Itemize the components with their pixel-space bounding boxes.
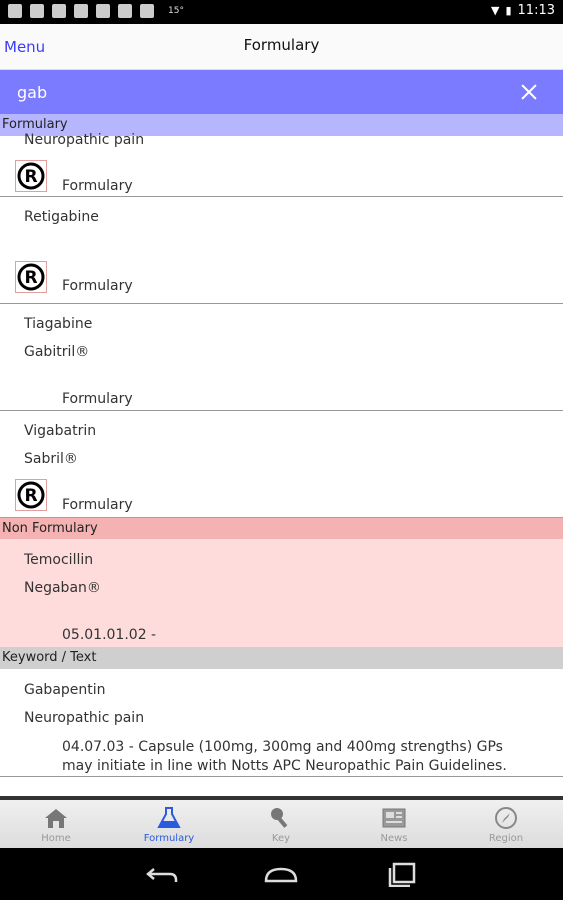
nav-region-label: Region xyxy=(488,833,524,844)
flask-icon xyxy=(157,807,181,828)
nav-formulary[interactable]: Formulary xyxy=(119,800,219,848)
news-icon xyxy=(382,808,406,828)
item-name: Tiagabine xyxy=(24,316,93,332)
battery-icon: ▮ xyxy=(505,4,512,17)
nav-region[interactable]: Region xyxy=(456,800,556,848)
results-list[interactable]: Formulary Neuropathic pain R Formulary R… xyxy=(0,114,563,796)
temperature: 15° xyxy=(168,6,184,16)
item-status: Formulary xyxy=(62,391,133,407)
download-icon xyxy=(140,4,154,18)
clear-search-button[interactable] xyxy=(517,80,541,104)
list-item[interactable]: Neuropathic pain R Formulary xyxy=(0,132,563,197)
nav-home[interactable]: Home xyxy=(6,800,106,848)
item-brand: Neuropathic pain xyxy=(24,710,145,726)
restricted-icon: R xyxy=(15,479,47,511)
nav-news[interactable]: News xyxy=(344,800,444,848)
system-navigation-bar xyxy=(0,848,563,900)
item-brand: Gabitril® xyxy=(24,344,90,360)
svg-text:R: R xyxy=(24,268,37,288)
download-icon xyxy=(118,4,132,18)
item-brand: Sabril® xyxy=(24,451,78,467)
item-note: 04.07.03 - Capsule (100mg, 300mg and 400… xyxy=(62,739,507,774)
wifi-icon: ▼ xyxy=(491,4,500,17)
home-icon xyxy=(45,809,67,828)
list-item[interactable]: Retigabine R Formulary xyxy=(0,197,563,304)
item-indication: Neuropathic pain xyxy=(24,132,145,148)
back-icon[interactable] xyxy=(144,861,180,887)
action-bar: Menu Formulary xyxy=(0,24,563,70)
item-status: Formulary xyxy=(62,497,133,513)
item-name: Temocillin xyxy=(24,552,94,568)
list-item[interactable]: Gabapentin Neuropathic pain 04.07.03 - C… xyxy=(0,669,563,777)
mail-icon xyxy=(74,4,88,18)
facebook-icon xyxy=(96,4,110,18)
list-item[interactable]: Tiagabine Gabitril® Formulary xyxy=(0,304,563,411)
item-status: Formulary xyxy=(62,178,133,194)
item-status: 05.01.01.02 - xyxy=(62,627,157,643)
search-bar xyxy=(0,70,563,114)
nav-news-label: News xyxy=(380,833,408,844)
nav-key[interactable]: Key xyxy=(231,800,331,848)
svg-text:R: R xyxy=(24,486,37,506)
nav-home-label: Home xyxy=(41,833,71,844)
home-button-icon[interactable] xyxy=(263,861,299,887)
restricted-icon: R xyxy=(15,160,47,192)
status-bar: 15° ▼ ▮ 11:13 xyxy=(0,0,563,24)
search-input[interactable] xyxy=(17,80,497,104)
item-brand: Negaban® xyxy=(24,580,101,596)
list-item[interactable]: Vigabatrin Sabril® R Formulary xyxy=(0,411,563,517)
section-header-non-formulary: Non Formulary xyxy=(0,517,563,539)
item-name: Retigabine xyxy=(24,209,99,225)
key-icon xyxy=(271,808,288,828)
nav-formulary-label: Formulary xyxy=(143,833,195,844)
compass-icon xyxy=(495,807,517,829)
bottom-nav: Home Formulary Key News Region xyxy=(0,796,563,848)
recents-icon[interactable] xyxy=(384,861,420,887)
restricted-icon: R xyxy=(15,261,47,293)
item-status: Formulary xyxy=(62,278,133,294)
section-header-keyword: Keyword / Text xyxy=(0,647,563,669)
notification-icons xyxy=(8,4,154,18)
page-title: Formulary xyxy=(243,36,320,54)
image-icon xyxy=(52,4,66,18)
chat-icon xyxy=(8,4,22,18)
svg-text:R: R xyxy=(24,167,37,187)
cloud-upload-icon xyxy=(30,4,44,18)
clock: 11:13 xyxy=(517,3,555,18)
nav-key-label: Key xyxy=(271,833,291,844)
item-name: Gabapentin xyxy=(24,682,106,698)
item-name: Vigabatrin xyxy=(24,423,97,439)
list-item[interactable]: Temocillin Negaban® 05.01.01.02 - xyxy=(0,539,563,647)
